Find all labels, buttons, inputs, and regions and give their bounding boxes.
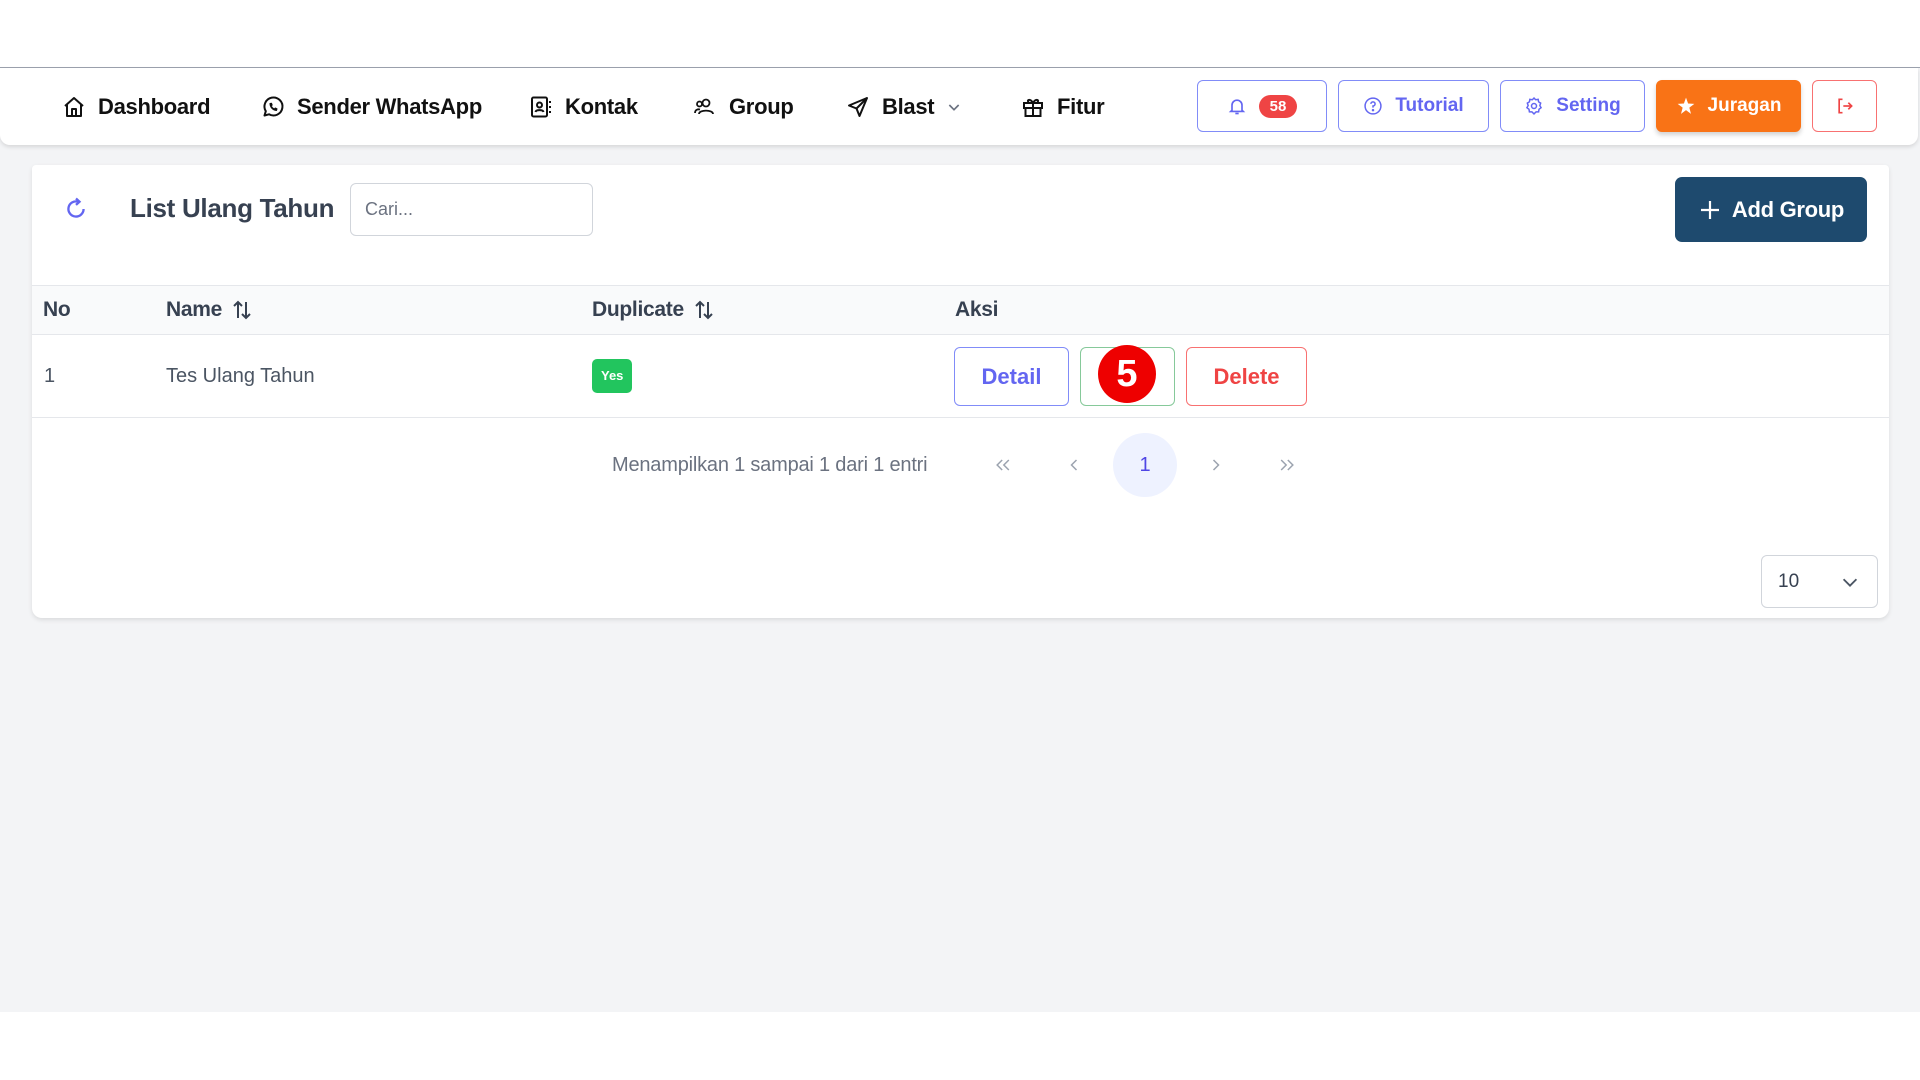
page-size-value: 10 [1778, 570, 1800, 592]
sort-icon[interactable] [230, 298, 254, 322]
add-group-label: Add Group [1731, 196, 1845, 222]
pagination-info: Menampilkan 1 sampai 1 dari 1 entri [612, 453, 928, 476]
chevron-right-icon [1212, 459, 1220, 471]
page-1-button[interactable]: 1 [1113, 433, 1177, 497]
whatsapp-icon [263, 96, 284, 116]
nav-item-label: Blast [882, 93, 935, 119]
nav-item-kontak[interactable]: Kontak [529, 68, 638, 145]
add-group-button[interactable]: Add Group [1675, 177, 1867, 242]
delete-button[interactable]: Delete [1186, 347, 1307, 406]
gear-icon [1526, 97, 1543, 115]
list-card: List Ulang Tahun Add Group No Name Dupli… [32, 165, 1889, 618]
juragan-label: Juragan [1707, 95, 1782, 116]
setting-button[interactable]: Setting [1500, 80, 1645, 132]
refresh-icon[interactable] [62, 195, 90, 223]
juragan-button[interactable]: Juragan [1656, 80, 1801, 132]
page-title: List Ulang Tahun [130, 193, 335, 223]
chevrons-left-icon [996, 459, 1010, 471]
search-input[interactable] [350, 183, 593, 236]
page-size-select[interactable]: 10 [1761, 555, 1878, 608]
column-header-aksi: Aksi [955, 298, 999, 321]
chevrons-right-icon [1280, 459, 1294, 471]
next-page-button[interactable] [1184, 433, 1248, 497]
nav-item-label: Kontak [565, 93, 638, 119]
duplicate-status-badge: Yes [592, 359, 633, 393]
notifications-button[interactable]: 58 [1197, 80, 1327, 132]
column-header-duplicate[interactable]: Duplicate [592, 286, 716, 334]
bell-icon [1228, 99, 1245, 115]
nav-item-sender-whatsapp[interactable]: Sender WhatsApp [261, 68, 482, 145]
table-row: 1 Tes Ulang Tahun Yes Detail Delete [32, 335, 1889, 418]
logout-icon [1837, 98, 1853, 114]
tutorial-button[interactable]: Tutorial [1338, 80, 1489, 132]
cell-duplicate: Yes [592, 335, 633, 417]
users-icon [694, 98, 714, 114]
cell-name: Tes Ulang Tahun [166, 364, 315, 387]
nav-item-group[interactable]: Group [693, 68, 794, 145]
nav-item-blast[interactable]: Blast [846, 68, 962, 145]
detail-button[interactable]: Detail [954, 347, 1069, 406]
column-header-name[interactable]: Name [166, 286, 254, 334]
column-header-no: No [43, 298, 71, 321]
first-page-button[interactable] [971, 433, 1035, 497]
chevron-down-icon [1842, 578, 1858, 587]
setting-label: Setting [1556, 95, 1621, 116]
table-header: No Name Duplicate Aksi [32, 285, 1889, 335]
notification-count-badge: 58 [1258, 94, 1298, 118]
send-icon [848, 96, 868, 117]
sort-icon[interactable] [692, 298, 716, 322]
contact-book-icon [531, 96, 551, 117]
nav-item-label: Sender WhatsApp [297, 93, 482, 119]
tutorial-label: Tutorial [1395, 95, 1464, 116]
step-annotation-marker: 5 [1098, 345, 1156, 403]
star-icon [1677, 97, 1694, 114]
nav-item-label: Group [729, 93, 794, 119]
nav-item-label: Dashboard [98, 93, 211, 119]
cell-no: 1 [44, 364, 56, 387]
help-circle-icon [1364, 97, 1383, 115]
chevron-down-icon [949, 103, 960, 111]
nav-item-fitur[interactable]: Fitur [1021, 68, 1105, 145]
nav-item-dashboard[interactable]: Dashboard [62, 68, 211, 145]
last-page-button[interactable] [1255, 433, 1319, 497]
nav-item-label: Fitur [1057, 93, 1105, 119]
plus-icon [1700, 200, 1719, 219]
home-icon [64, 96, 84, 117]
gift-icon [1023, 98, 1043, 117]
prev-page-button[interactable] [1042, 433, 1106, 497]
chevron-left-icon [1070, 459, 1078, 471]
logout-button[interactable] [1812, 80, 1877, 132]
